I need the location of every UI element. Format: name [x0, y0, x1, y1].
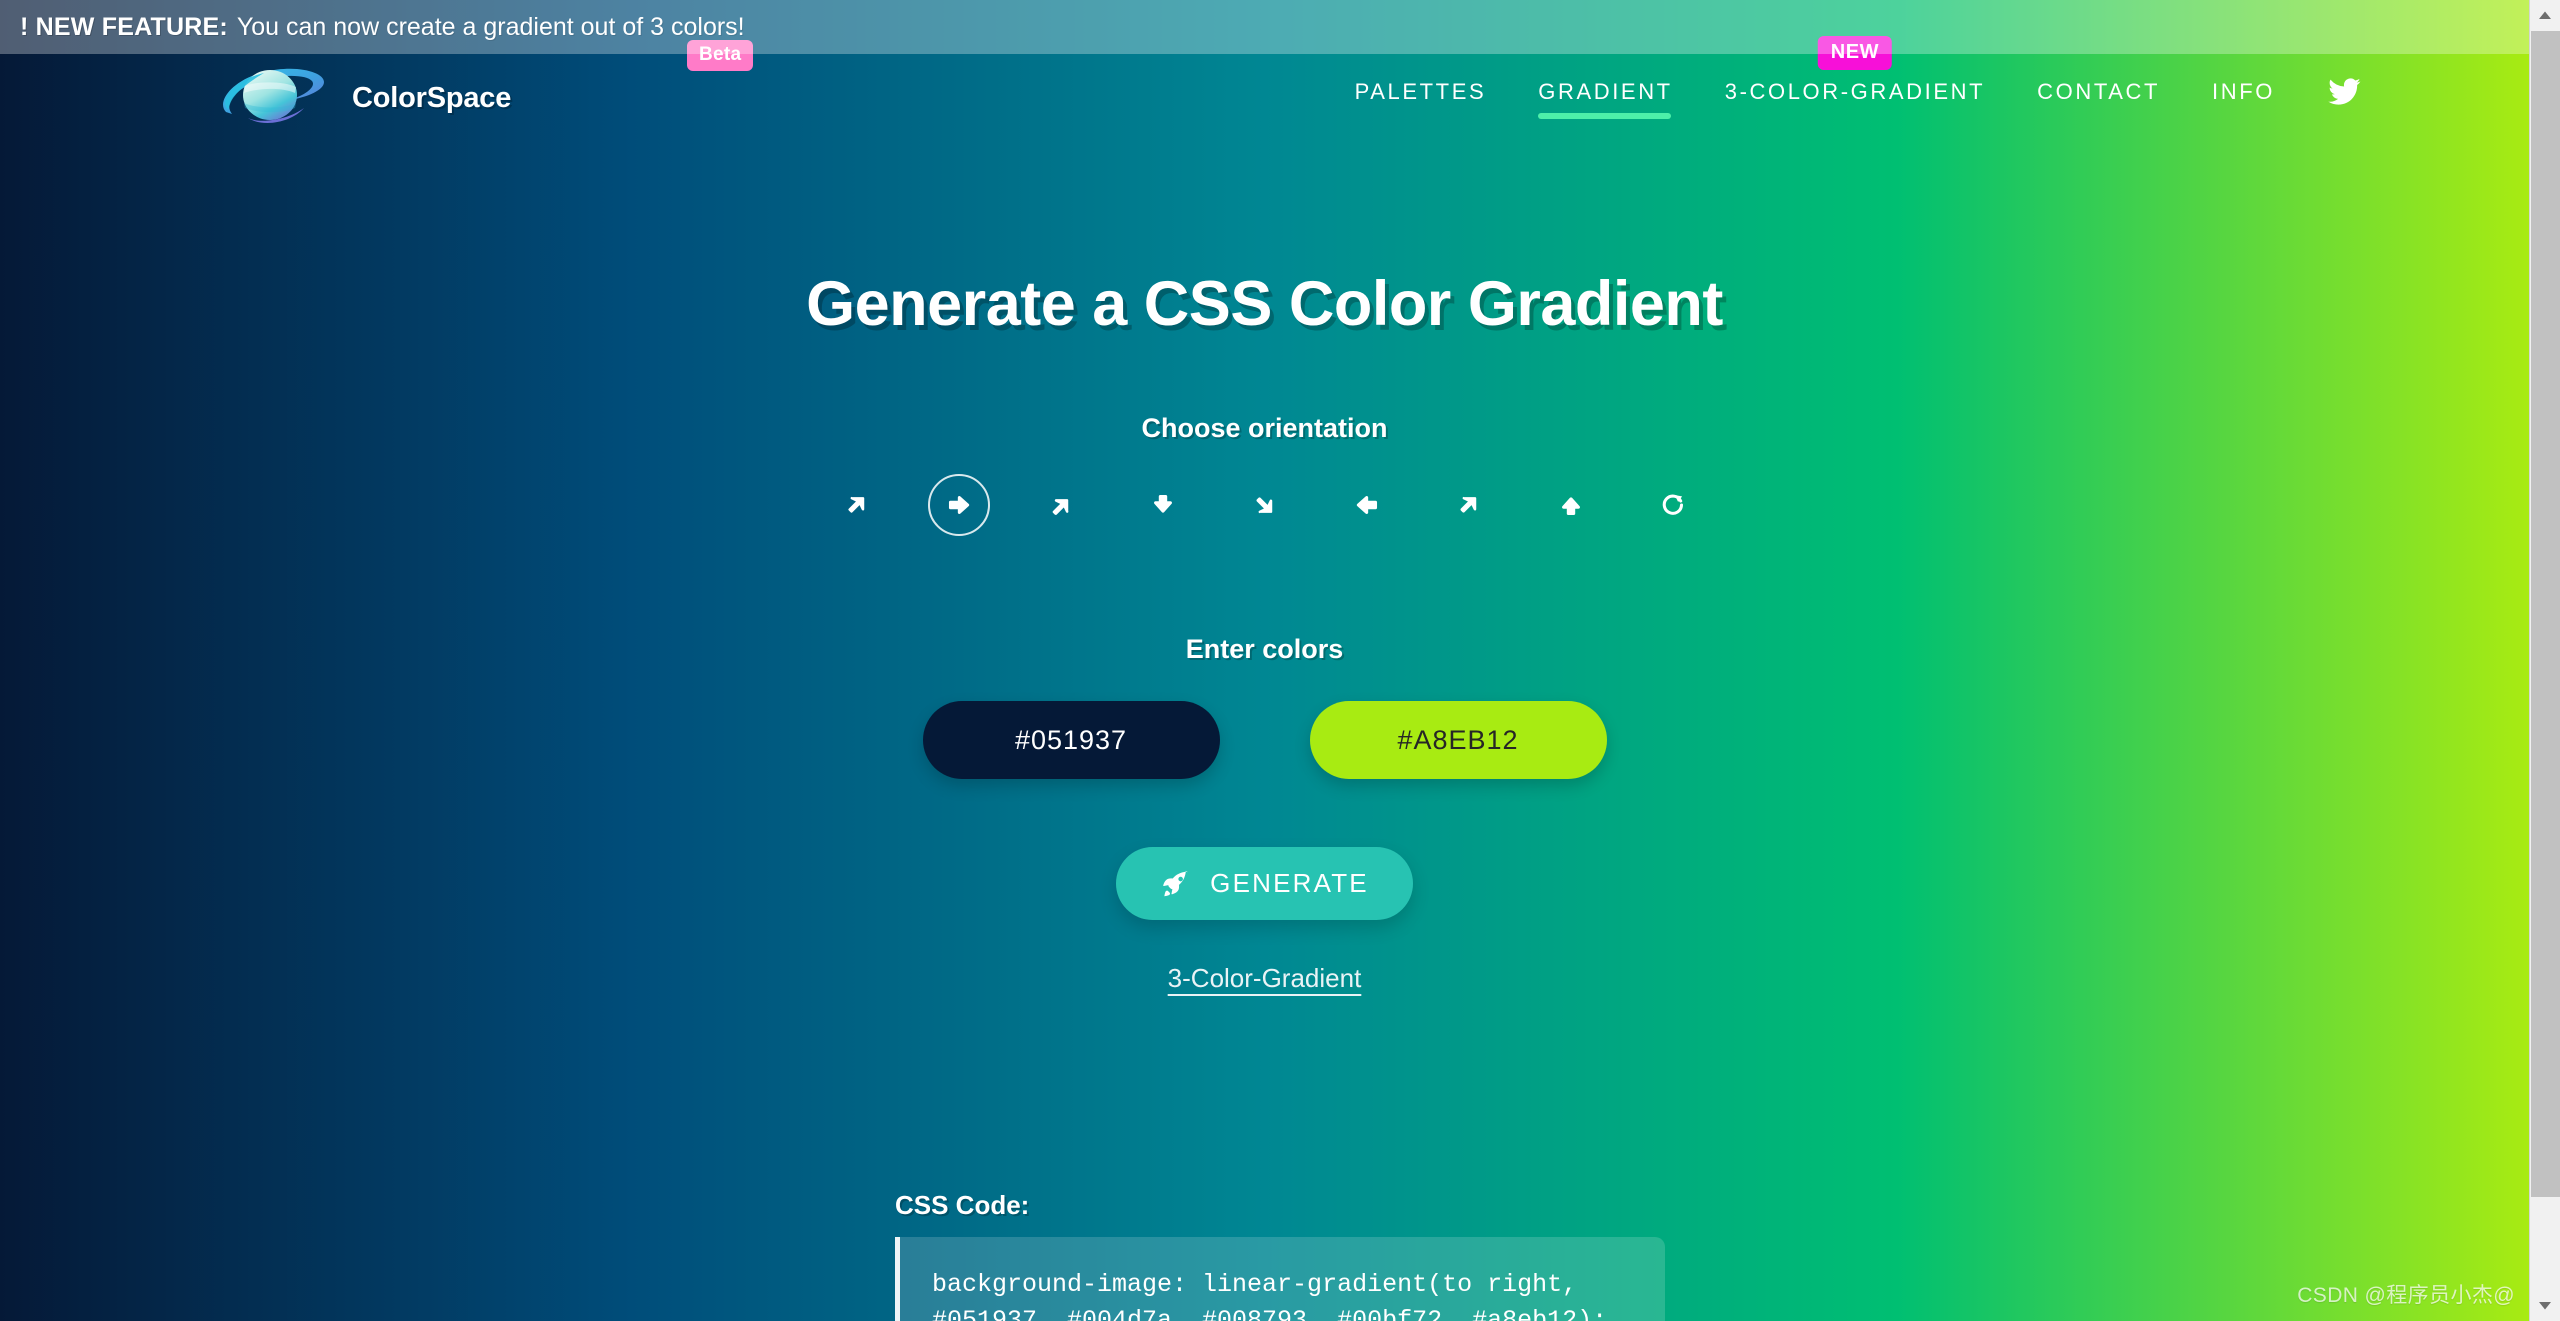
rocket-icon	[1160, 869, 1190, 899]
chevron-up-icon	[2539, 11, 2551, 19]
orientation-arrow-down-left[interactable]	[1234, 474, 1296, 536]
three-color-gradient-link[interactable]: 3-Color-Gradient	[1168, 963, 1362, 994]
page-root: ! NEW FEATURE: You can now create a grad…	[0, 0, 2529, 1321]
arrow-up-left-icon	[1459, 496, 1476, 513]
color-inputs	[0, 701, 2529, 779]
nav-item-palettes[interactable]: PALETTES	[1355, 79, 1487, 119]
main-content: Generate a CSS Color Gradient Choose ori…	[0, 268, 2529, 1321]
chevron-down-icon	[2539, 1302, 2551, 1310]
brand-logo[interactable]: ColorSpace Beta	[212, 40, 754, 134]
site-header: ColorSpace Beta PALETTES GRADIENT NEW 3-…	[0, 36, 2529, 144]
nav-label: CONTACT	[2037, 79, 2161, 104]
arrow-down-icon	[1153, 494, 1172, 513]
vertical-scrollbar[interactable]	[2529, 0, 2560, 1321]
generate-button-label: GENERATE	[1210, 868, 1369, 898]
css-code-label: CSS Code:	[895, 1190, 1030, 1220]
banner-message: You can now create a gradient out of 3 c…	[236, 12, 745, 41]
orientation-arrow-down-right[interactable]	[1030, 474, 1092, 536]
orientation-label: Choose orientation	[1141, 413, 1388, 443]
twitter-link[interactable]	[2327, 75, 2361, 123]
css-code-box[interactable]: background-image: linear-gradient(to rig…	[895, 1237, 1665, 1321]
arrow-left-icon	[1356, 496, 1377, 514]
css-code-block: CSS Code: background-image: linear-gradi…	[895, 1190, 1665, 1321]
announcement-banner: ! NEW FEATURE: You can now create a grad…	[0, 0, 2529, 54]
arrow-up-icon	[1561, 497, 1580, 516]
orientation-arrow-up-right[interactable]	[826, 474, 888, 536]
watermark: CSDN @程序员小杰@	[2297, 1284, 2515, 1307]
main-navigation: PALETTES GRADIENT NEW 3-COLOR-GRADIENT C…	[1355, 36, 2361, 123]
page-title: Generate a CSS Color Gradient	[806, 269, 1723, 339]
nav-label: 3-COLOR-GRADIENT	[1724, 79, 1986, 104]
arrow-down-left-icon	[1255, 497, 1272, 514]
scrollbar-up-button[interactable]	[2530, 0, 2560, 30]
colors-label: Enter colors	[1185, 634, 1344, 664]
radial-rotate-icon	[1662, 494, 1683, 515]
saturn-planet-icon	[212, 62, 330, 134]
orientation-arrow-up[interactable]	[1540, 474, 1602, 536]
brand-name: ColorSpace	[352, 81, 512, 114]
nav-item-gradient[interactable]: GRADIENT	[1538, 79, 1672, 119]
css-code-text: background-image: linear-gradient(to rig…	[932, 1270, 1608, 1321]
nav-item-contact[interactable]: CONTACT	[2037, 79, 2160, 119]
nav-item-3-color-gradient[interactable]: NEW 3-COLOR-GRADIENT	[1724, 36, 1986, 119]
arrow-down-right-icon	[1052, 499, 1068, 515]
scrollbar-down-button[interactable]	[2530, 1291, 2560, 1321]
scrollbar-thumb[interactable]	[2531, 31, 2560, 1197]
orientation-options	[0, 474, 2529, 536]
nav-label: GRADIENT	[1538, 79, 1673, 104]
orientation-arrow-right[interactable]	[927, 474, 990, 536]
orientation-radial[interactable]	[1642, 474, 1704, 536]
orientation-arrow-left[interactable]	[1336, 474, 1398, 536]
banner-strong-text: ! NEW FEATURE:	[20, 12, 228, 41]
nav-label: PALETTES	[1354, 79, 1487, 104]
color-input-1[interactable]	[922, 701, 1220, 779]
twitter-bird-icon	[2327, 75, 2361, 109]
orientation-arrow-down[interactable]	[1132, 474, 1194, 536]
orientation-arrow-up-left[interactable]	[1438, 474, 1500, 536]
nav-label: INFO	[2212, 79, 2275, 104]
arrow-up-right-icon	[847, 496, 864, 513]
generate-button[interactable]: GENERATE	[1116, 847, 1413, 920]
arrow-right-icon	[948, 496, 969, 514]
nav-item-info[interactable]: INFO	[2212, 79, 2275, 119]
color-input-2[interactable]	[1309, 701, 1607, 779]
